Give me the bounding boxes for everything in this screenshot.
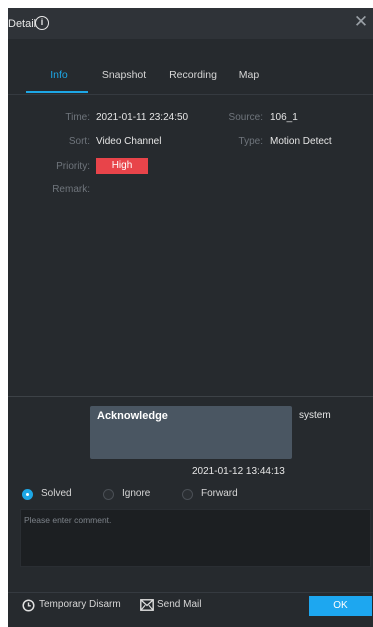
source-value: 106_1 [270, 112, 298, 123]
radio-selected-icon [22, 489, 33, 500]
info-circle-icon[interactable]: i [35, 16, 49, 30]
mail-icon [140, 599, 154, 611]
tab-recording[interactable]: Recording [166, 68, 220, 94]
handling-options: Solved Ignore Forward [22, 488, 322, 502]
temporary-disarm-button[interactable]: Temporary Disarm [22, 598, 132, 614]
priority-label: Priority: [56, 161, 90, 172]
footer-divider [8, 592, 373, 593]
acknowledge-user: system [299, 410, 331, 421]
section-divider [8, 396, 373, 397]
clock-icon [22, 599, 35, 612]
tab-map[interactable]: Map [236, 68, 262, 94]
type-label: Type: [238, 136, 263, 147]
dialog-title: Detail [8, 18, 37, 30]
radio-solved-label: Solved [41, 488, 72, 499]
comment-input[interactable] [20, 509, 371, 567]
detail-panel: Detail i ✕ Info Snapshot Recording Map T… [8, 8, 373, 627]
radio-ignore[interactable]: Ignore [103, 488, 163, 502]
sort-label: Sort: [68, 136, 90, 147]
radio-solved[interactable]: Solved [22, 488, 82, 502]
send-mail-button[interactable]: Send Mail [140, 598, 210, 614]
active-tab-indicator [26, 91, 88, 93]
priority-badge: High [96, 158, 148, 174]
time-value: 2021-01-11 23:24:50 [96, 112, 189, 123]
radio-forward-label: Forward [201, 488, 238, 499]
sort-value: Video Channel [96, 136, 162, 147]
radio-ignore-label: Ignore [122, 488, 151, 499]
type-value: Motion Detect [270, 136, 332, 147]
radio-unselected-icon [182, 489, 193, 500]
acknowledge-time: 2021-01-12 13:44:13 [192, 466, 285, 477]
ok-button[interactable]: OK [309, 596, 372, 616]
acknowledge-text: Acknowledge [97, 410, 168, 422]
time-label: Time: [65, 112, 90, 123]
tab-snapshot[interactable]: Snapshot [100, 68, 148, 94]
radio-unselected-icon [103, 489, 114, 500]
close-icon[interactable]: ✕ [353, 13, 369, 31]
send-mail-label: Send Mail [157, 599, 202, 610]
source-label: Source: [228, 112, 263, 123]
tab-divider [8, 94, 373, 95]
radio-forward[interactable]: Forward [182, 488, 252, 502]
title-bar: Detail i ✕ [8, 8, 373, 39]
acknowledge-message: Acknowledge [90, 406, 292, 459]
temporary-disarm-label: Temporary Disarm [39, 599, 121, 610]
remark-label: Remark: [52, 184, 90, 195]
